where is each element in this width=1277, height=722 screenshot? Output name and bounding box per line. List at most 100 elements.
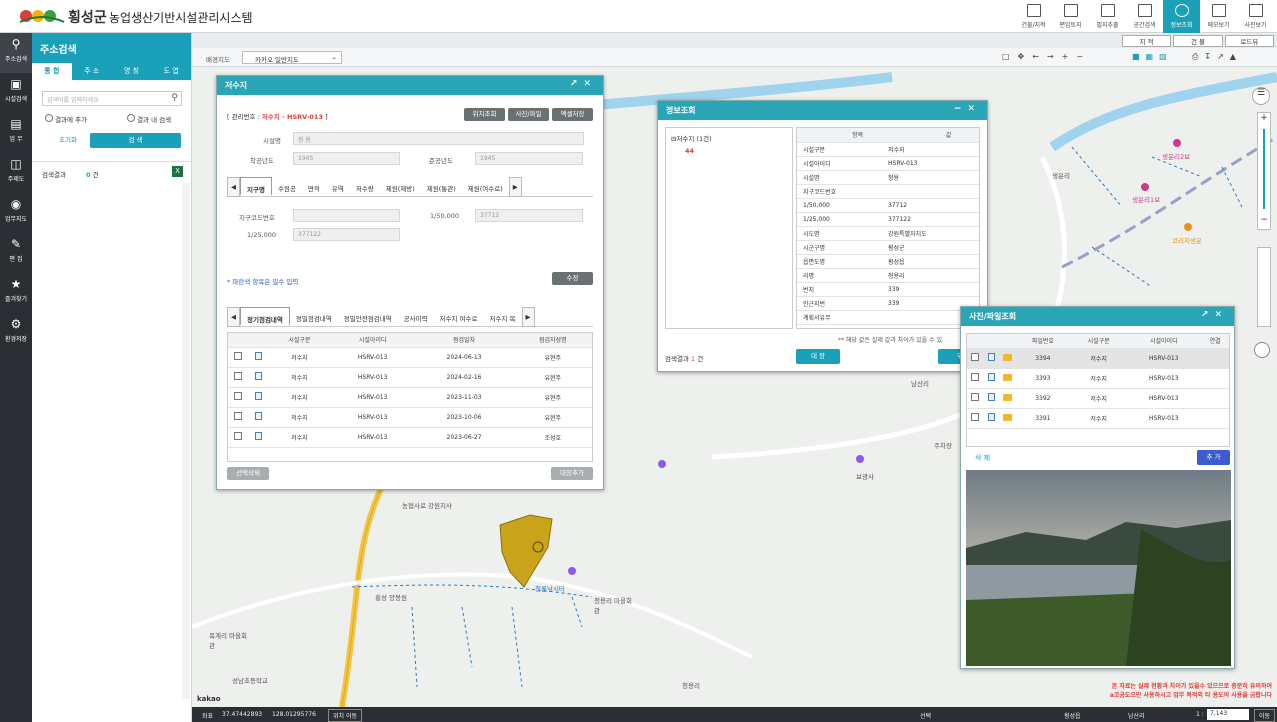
tab-regular-inspection[interactable]: 정기점검내역 bbox=[240, 307, 290, 326]
tab-capacity[interactable]: 저수량 bbox=[350, 177, 380, 196]
select-dropdown[interactable]: 선택 bbox=[920, 711, 931, 720]
document-icon[interactable] bbox=[254, 372, 262, 380]
delete-selected-button[interactable]: 선택삭제 bbox=[227, 467, 269, 480]
sidebar-address-search[interactable]: ⚲ 주소검색 bbox=[0, 33, 32, 73]
document-icon[interactable] bbox=[254, 352, 262, 360]
tab-building[interactable]: 건 물 bbox=[1173, 35, 1223, 47]
zoom-control[interactable]: + − bbox=[1257, 112, 1271, 230]
radio-add-result[interactable]: 결과에 추가 bbox=[45, 114, 87, 124]
tab-construction-history[interactable]: 공사이력 bbox=[398, 307, 434, 326]
ri-dropdown[interactable]: 남산리 bbox=[1128, 711, 1145, 720]
sidebar-edit[interactable]: ✎ 편 집 bbox=[0, 233, 32, 273]
delete-link[interactable]: 삭 제 bbox=[975, 453, 990, 463]
table-row[interactable]: 저수지 HSRV-013 2024-02-16 유현주 bbox=[228, 367, 592, 388]
row-checkbox[interactable] bbox=[971, 373, 979, 381]
ledger-button[interactable]: 대 장 bbox=[796, 349, 840, 364]
tab-basin[interactable]: 유역 bbox=[326, 177, 350, 196]
toolbar-included-land[interactable]: 편입토지 bbox=[1052, 0, 1089, 33]
tab-safety-inspection[interactable]: 정밀안전점검내역 bbox=[338, 307, 398, 326]
radio-search-within[interactable]: 결과 내 검색 bbox=[127, 114, 171, 124]
document-icon[interactable] bbox=[987, 413, 995, 421]
document-icon[interactable] bbox=[254, 432, 262, 440]
tab-reservoir-spillway[interactable]: 저수지 여수로 bbox=[434, 307, 484, 326]
tab-roadview[interactable]: 로드뷰 bbox=[1224, 35, 1274, 47]
district-code-field[interactable] bbox=[293, 209, 400, 222]
go-button[interactable]: 이동 bbox=[1254, 709, 1276, 722]
table-row[interactable]: 저수지 HSRV-013 2024-06-13 유현주 bbox=[228, 347, 592, 368]
document-icon[interactable] bbox=[987, 353, 995, 361]
document-icon[interactable] bbox=[254, 392, 262, 400]
tab-next-icon[interactable]: ▶ bbox=[508, 177, 522, 197]
layout-icons[interactable]: ■▦▧ bbox=[1132, 52, 1173, 61]
sidebar-work-map[interactable]: ◉ 업무지도 bbox=[0, 193, 32, 233]
search-input[interactable]: 검색어를 입력하세요 ⚲ bbox=[42, 91, 182, 106]
folder-icon[interactable] bbox=[1002, 413, 1012, 421]
search-button[interactable]: 검 색 bbox=[90, 133, 181, 148]
row-checkbox[interactable] bbox=[234, 392, 242, 400]
table-row[interactable]: 3391 저수지 HSRV-013 bbox=[967, 408, 1229, 429]
add-photo-button[interactable]: 추 가 bbox=[1197, 450, 1230, 465]
map-tools[interactable]: □✥←→+− bbox=[1002, 52, 1091, 61]
row-checkbox[interactable] bbox=[234, 372, 242, 380]
table-row[interactable]: 3394 저수지 HSRV-013 bbox=[967, 348, 1229, 369]
photo-file-button[interactable]: 사진/파일 bbox=[508, 108, 549, 121]
start-year-field[interactable]: 1945 bbox=[293, 152, 400, 165]
globe-icon[interactable] bbox=[1254, 342, 1270, 358]
row-checkbox[interactable] bbox=[971, 413, 979, 421]
modify-button[interactable]: 수정 bbox=[552, 272, 593, 285]
tree-root[interactable]: ⊟저수지 (1건) bbox=[671, 133, 787, 143]
excel-icon[interactable]: X bbox=[172, 166, 183, 177]
tab-detailed-inspection[interactable]: 정밀점검내역 bbox=[290, 307, 338, 326]
toolbar-memo[interactable]: 메모보기 bbox=[1200, 0, 1237, 33]
facility-name-field[interactable]: 청 용 bbox=[293, 132, 584, 145]
tab-name[interactable]: 명 칭 bbox=[112, 63, 152, 80]
end-year-field[interactable]: 1945 bbox=[475, 152, 583, 165]
folder-icon[interactable] bbox=[1002, 353, 1012, 361]
row-checkbox[interactable] bbox=[971, 393, 979, 401]
table-row[interactable]: 3392 저수지 HSRV-013 bbox=[967, 388, 1229, 409]
tab-area[interactable]: 면적 bbox=[302, 177, 326, 196]
sidebar-settings-save[interactable]: ⚙ 환경저장 bbox=[0, 313, 32, 353]
tab2-prev-icon[interactable]: ◀ bbox=[227, 307, 240, 327]
toolbar-parcel-extract[interactable]: 필지추출 bbox=[1089, 0, 1126, 33]
excel-save-button[interactable]: 엑셀저장 bbox=[552, 108, 593, 121]
tab-address[interactable]: 주 소 bbox=[72, 63, 112, 80]
reset-button[interactable]: 초기화 bbox=[42, 133, 94, 148]
print-export-icons[interactable]: ⎙↧↗▲ bbox=[1192, 52, 1242, 62]
toolbar-spatial-search[interactable]: 공간검색 bbox=[1126, 0, 1163, 33]
dong-dropdown[interactable]: 횡성읍 bbox=[1064, 711, 1081, 720]
tab-reservoir-other[interactable]: 저수지 복 bbox=[484, 307, 522, 326]
table-row[interactable]: 저수지 HSRV-013 2023-06-27 조성호 bbox=[228, 427, 592, 448]
toolbar-info-query[interactable]: 정보조회 bbox=[1163, 0, 1200, 33]
window-controls[interactable]: ↗✕ bbox=[570, 79, 597, 89]
tab-map-sheet[interactable]: 도 엽 bbox=[151, 63, 191, 80]
result-scrollbar[interactable] bbox=[182, 183, 190, 699]
row-checkbox[interactable] bbox=[234, 432, 242, 440]
tab-conduit[interactable]: 제원(통관) bbox=[421, 177, 462, 196]
window-controls[interactable]: ↗✕ bbox=[1201, 310, 1228, 320]
move-button[interactable]: 위치 이동 bbox=[328, 709, 362, 722]
location-query-button[interactable]: 위치조회 bbox=[464, 108, 505, 121]
folder-icon[interactable] bbox=[1002, 373, 1012, 381]
table-row[interactable]: 저수지 HSRV-013 2023-10-06 유현주 bbox=[228, 407, 592, 428]
tab-spillway[interactable]: 제원(여수로) bbox=[462, 177, 509, 196]
tab-embankment[interactable]: 제원(제방) bbox=[380, 177, 421, 196]
sidebar-favorites[interactable]: ★ 즐겨찾기 bbox=[0, 273, 32, 313]
tab-integrated[interactable]: 통 합 bbox=[32, 63, 72, 80]
tab-cadastre[interactable]: 지 적 bbox=[1122, 35, 1172, 47]
scale-50k-field[interactable]: 37712 bbox=[475, 209, 583, 222]
basemap-select[interactable]: 카카오 일반지도 ⌄ bbox=[242, 51, 342, 64]
row-checkbox[interactable] bbox=[234, 412, 242, 420]
layers-icon[interactable]: ☰ bbox=[1252, 87, 1270, 105]
tab-water-source[interactable]: 수원공 bbox=[272, 177, 302, 196]
measure-tools[interactable] bbox=[1257, 247, 1271, 327]
add-ledger-button[interactable]: 대장추가 bbox=[551, 467, 593, 480]
toolbar-building-cadastre[interactable]: 건물/지적 bbox=[1015, 0, 1052, 33]
table-row[interactable]: 저수지 HSRV-013 2023-11-03 유현주 bbox=[228, 387, 592, 408]
document-icon[interactable] bbox=[987, 393, 995, 401]
toolbar-photo[interactable]: 사진보기 bbox=[1237, 0, 1274, 33]
sidebar-facility-search[interactable]: ▣ 시설검색 bbox=[0, 73, 32, 113]
scale-input[interactable]: 7,143 bbox=[1207, 709, 1249, 720]
search-icon[interactable]: ⚲ bbox=[171, 93, 178, 103]
scale-25k-field[interactable]: 377122 bbox=[293, 228, 400, 241]
